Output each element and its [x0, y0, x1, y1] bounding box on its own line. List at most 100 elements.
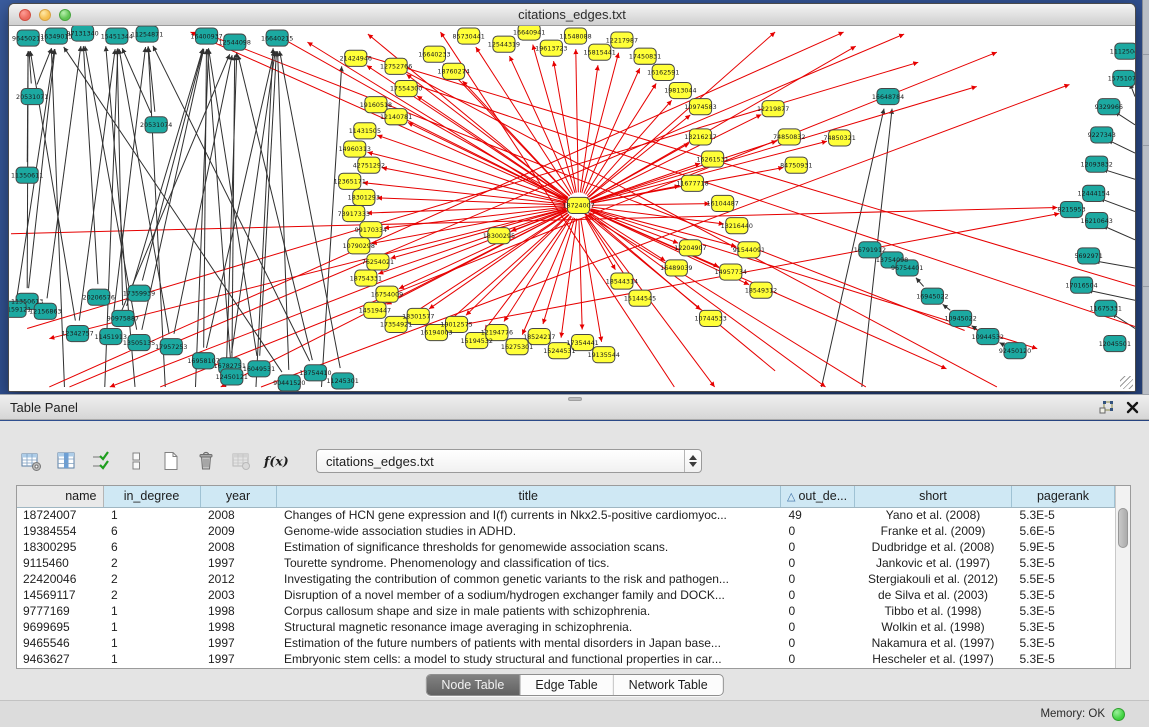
cell[interactable]: 5.6E-5 — [1012, 523, 1115, 539]
column-header-short[interactable]: short — [855, 486, 1012, 507]
cell[interactable]: 0 — [781, 539, 855, 555]
table-row[interactable]: 911546021997Tourette syndrome. Phenomeno… — [17, 555, 1115, 571]
cell[interactable]: 1997 — [200, 555, 276, 571]
cell[interactable]: Corpus callosum shape and size in male p… — [276, 603, 781, 619]
window-titlebar[interactable]: citations_edges.txt — [9, 4, 1135, 26]
cell[interactable]: 1997 — [200, 635, 276, 651]
cell[interactable]: 0 — [781, 571, 855, 587]
citation-graph[interactable]: 1872400721424946127527661664023318760274… — [9, 26, 1135, 391]
cell[interactable]: 1 — [103, 507, 200, 523]
cell[interactable]: 6 — [103, 523, 200, 539]
cell[interactable]: 6 — [103, 539, 200, 555]
cell[interactable]: 14569117 — [17, 587, 103, 603]
cell[interactable]: Tourette syndrome. Phenomenology and cla… — [276, 555, 781, 571]
table-row[interactable]: 1938455462009Genome-wide association stu… — [17, 523, 1115, 539]
cell[interactable]: Nakamura et al. (1997) — [855, 635, 1012, 651]
table-row[interactable]: 1872400712008Changes of HCN gene express… — [17, 507, 1115, 523]
cell[interactable]: 5.9E-5 — [1012, 539, 1115, 555]
cell[interactable]: 1 — [103, 603, 200, 619]
new-column-icon[interactable] — [158, 448, 184, 474]
cell[interactable]: 0 — [781, 555, 855, 571]
tab-node-table[interactable]: Node Table — [426, 675, 519, 695]
cell[interactable]: 49 — [781, 507, 855, 523]
cell[interactable]: 0 — [781, 603, 855, 619]
column-header-out_de[interactable]: △out_de... — [781, 486, 855, 507]
cell[interactable]: 2009 — [200, 523, 276, 539]
cell[interactable]: 5.3E-5 — [1012, 651, 1115, 667]
cell[interactable]: Stergiakouli et al. (2012) — [855, 571, 1012, 587]
cell[interactable]: 1997 — [200, 651, 276, 667]
column-header-pagerank[interactable]: pagerank — [1012, 486, 1115, 507]
close-panel-icon[interactable] — [1126, 401, 1139, 414]
cell[interactable]: 0 — [781, 523, 855, 539]
cell[interactable]: Tibbo et al. (1998) — [855, 603, 1012, 619]
table-row[interactable]: 969969511998Structural magnetic resonanc… — [17, 619, 1115, 635]
cell[interactable]: 5.3E-5 — [1012, 555, 1115, 571]
cell[interactable]: 9699695 — [17, 619, 103, 635]
table-row[interactable]: 977716911998Corpus callosum shape and si… — [17, 603, 1115, 619]
cell[interactable]: Embryonic stem cells: a model to study s… — [276, 651, 781, 667]
cell[interactable]: Estimation of significance thresholds fo… — [276, 539, 781, 555]
cell[interactable]: 2 — [103, 555, 200, 571]
cell[interactable]: Disruption of a novel member of a sodium… — [276, 587, 781, 603]
table-row[interactable]: 1456911722003Disruption of a novel membe… — [17, 587, 1115, 603]
cell[interactable]: 0 — [781, 587, 855, 603]
column-header-title[interactable]: title — [276, 486, 781, 507]
tab-edge-table[interactable]: Edge Table — [519, 675, 612, 695]
cell[interactable]: 5.3E-5 — [1012, 635, 1115, 651]
table-row[interactable]: 1830029562008Estimation of significance … — [17, 539, 1115, 555]
cell[interactable]: 1 — [103, 651, 200, 667]
cell[interactable]: Franke et al. (2009) — [855, 523, 1012, 539]
table-scrollbar[interactable] — [1115, 486, 1130, 668]
column-header-in_degree[interactable]: in_degree — [103, 486, 200, 507]
cell[interactable]: Investigating the contribution of common… — [276, 571, 781, 587]
cell[interactable]: Hescheler et al. (1997) — [855, 651, 1012, 667]
cell[interactable]: 1 — [103, 619, 200, 635]
resize-grip-icon[interactable] — [1120, 376, 1133, 389]
cell[interactable]: 18724007 — [17, 507, 103, 523]
import-table-icon[interactable] — [228, 448, 254, 474]
cell[interactable]: 18300295 — [17, 539, 103, 555]
cell[interactable]: 5.5E-5 — [1012, 571, 1115, 587]
cell[interactable]: 5.3E-5 — [1012, 619, 1115, 635]
cell[interactable]: Genome-wide association studies in ADHD. — [276, 523, 781, 539]
cell[interactable]: 1998 — [200, 603, 276, 619]
show-columns-icon[interactable] — [53, 448, 79, 474]
table-selector-dropdown[interactable]: citations_edges.txt — [316, 449, 702, 473]
float-panel-icon[interactable] — [1098, 399, 1114, 415]
panel-resize-handle[interactable] — [568, 397, 582, 401]
select-rows-icon[interactable] — [88, 448, 114, 474]
cell[interactable]: 1998 — [200, 619, 276, 635]
table-row[interactable]: 946362711997Embryonic stem cells: a mode… — [17, 651, 1115, 667]
column-header-year[interactable]: year — [200, 486, 276, 507]
cell[interactable]: 9465546 — [17, 635, 103, 651]
row-mode-icon[interactable] — [123, 448, 149, 474]
function-builder-icon[interactable]: f(x) — [263, 448, 289, 474]
cell[interactable]: 5.3E-5 — [1012, 507, 1115, 523]
cell[interactable]: Wolkin et al. (1998) — [855, 619, 1012, 635]
cell[interactable]: Yano et al. (2008) — [855, 507, 1012, 523]
cell[interactable]: 2008 — [200, 507, 276, 523]
cell[interactable]: 1 — [103, 635, 200, 651]
cell[interactable]: Changes of HCN gene expression and I(f) … — [276, 507, 781, 523]
delete-column-icon[interactable] — [193, 448, 219, 474]
table-options-icon[interactable] — [18, 448, 44, 474]
cell[interactable]: 9463627 — [17, 651, 103, 667]
table-row[interactable]: 2242004622012Investigating the contribut… — [17, 571, 1115, 587]
network-canvas[interactable]: 1872400721424946127527661664023318760274… — [9, 26, 1135, 391]
cell[interactable]: Estimation of the future numbers of pati… — [276, 635, 781, 651]
scrollbar-thumb[interactable] — [1118, 508, 1128, 548]
cell[interactable]: 2012 — [200, 571, 276, 587]
cell[interactable]: 0 — [781, 651, 855, 667]
cell[interactable]: 22420046 — [17, 571, 103, 587]
cell[interactable]: de Silva et al. (2003) — [855, 587, 1012, 603]
cell[interactable]: 9115460 — [17, 555, 103, 571]
cell[interactable]: 2003 — [200, 587, 276, 603]
cell[interactable]: Structural magnetic resonance image aver… — [276, 619, 781, 635]
column-header-name[interactable]: name — [17, 486, 103, 507]
tab-network-table[interactable]: Network Table — [613, 675, 723, 695]
network-view-window[interactable]: citations_edges.txt 18724007214249461275… — [8, 3, 1136, 392]
cell[interactable]: 2 — [103, 571, 200, 587]
table-row[interactable]: 946554611997Estimation of the future num… — [17, 635, 1115, 651]
cell[interactable]: 0 — [781, 619, 855, 635]
